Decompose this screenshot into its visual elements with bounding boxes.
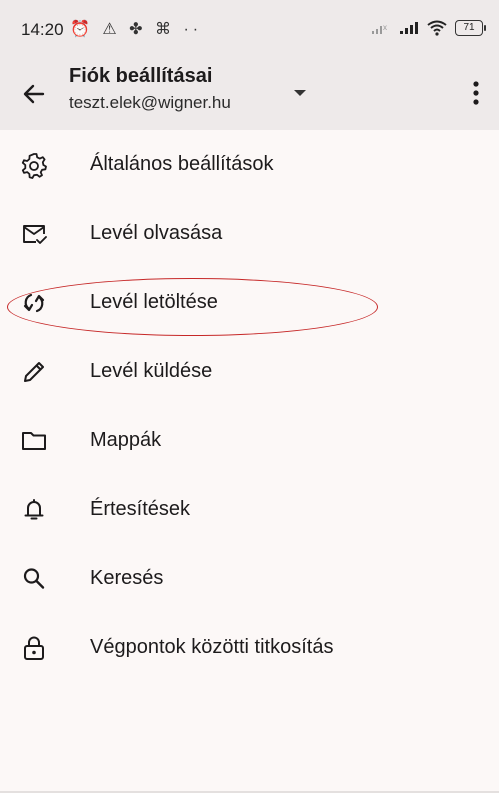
- settings-menu: Általános beállítások Levél olvasása Lev…: [0, 130, 499, 682]
- signal-weak-icon: x: [372, 23, 387, 34]
- menu-label: Levél letöltése: [90, 291, 218, 313]
- back-arrow-icon[interactable]: [18, 78, 50, 110]
- sync-icon: [23, 293, 45, 313]
- gear-icon: [21, 153, 47, 179]
- signal-icon: [400, 22, 418, 34]
- status-time: 14:20: [21, 20, 64, 39]
- svg-text:x: x: [383, 23, 387, 32]
- account-email: teszt.elek@wigner.hu: [69, 93, 231, 112]
- menu-item-encryption[interactable]: Végpontok közötti titkosítás: [0, 613, 499, 682]
- menu-label: Értesítések: [90, 498, 191, 520]
- menu-label: Levél olvasása: [90, 222, 223, 244]
- pencil-icon: [24, 362, 44, 382]
- menu-item-read-mail[interactable]: Levél olvasása: [0, 199, 499, 268]
- battery-icon: 71: [455, 20, 486, 36]
- mail-check-icon: [23, 225, 47, 244]
- app-bar: Fiók beállításai teszt.elek@wigner.hu: [0, 58, 499, 130]
- status-right-icons: x 71: [371, 20, 486, 36]
- menu-item-general-settings[interactable]: Általános beállítások: [0, 130, 499, 199]
- menu-label: Végpontok közötti titkosítás: [90, 636, 334, 658]
- menu-label: Általános beállítások: [90, 153, 274, 175]
- status-bar: 14:20 ⏰ ⚠ ✤ ⌘ ·· x 71: [0, 0, 499, 58]
- menu-label: Mappák: [90, 429, 162, 451]
- menu-label: Levél küldése: [90, 360, 213, 382]
- menu-item-fetch-mail[interactable]: Levél letöltése: [0, 268, 499, 337]
- bell-icon: [24, 499, 44, 520]
- menu-item-folders[interactable]: Mappák: [0, 406, 499, 475]
- folder-icon: [22, 432, 46, 450]
- wifi-icon: [427, 20, 447, 36]
- menu-item-notifications[interactable]: Értesítések: [0, 475, 499, 544]
- search-icon: [23, 568, 45, 589]
- lock-icon: [24, 636, 44, 660]
- notification-icons: ⏰ ⚠ ✤ ⌘ ··: [70, 21, 203, 38]
- page-title: Fiók beállításai: [69, 65, 213, 87]
- menu-item-send-mail[interactable]: Levél küldése: [0, 337, 499, 406]
- menu-label: Keresés: [90, 567, 164, 589]
- dropdown-arrow-icon[interactable]: [289, 82, 311, 104]
- more-options-icon[interactable]: [464, 76, 488, 110]
- menu-item-search[interactable]: Keresés: [0, 544, 499, 613]
